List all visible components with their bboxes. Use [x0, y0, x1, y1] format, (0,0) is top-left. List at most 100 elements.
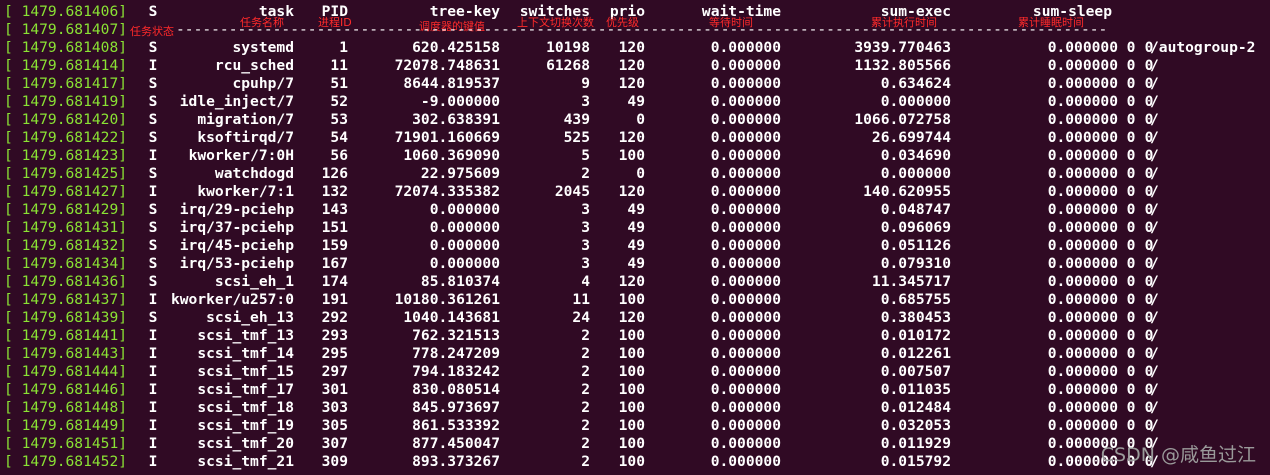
cell-tree-key: 10180.361261: [394, 291, 500, 308]
cell-state: I: [148, 363, 158, 380]
cell-pid: 292: [321, 309, 348, 326]
row-timestamp: [ 1479.681419]: [4, 93, 128, 110]
cell-pid: 191: [321, 291, 348, 308]
cell-sum-exec: 0.007507: [880, 363, 951, 380]
cell-state: I: [148, 345, 158, 362]
row-timestamp-value: 1479.681444: [21, 363, 119, 380]
cell-switches: 2: [581, 381, 590, 398]
cell-prio: 49: [627, 255, 645, 272]
row-timestamp-value: 1479.681452: [21, 453, 119, 470]
cell-group: /: [1150, 255, 1159, 272]
cell-group: /: [1150, 237, 1159, 254]
cell-zero-1: 0: [1126, 273, 1136, 290]
cell-prio: 100: [618, 291, 645, 308]
table-row: [ 1479.681429] Sirq/29-pciehp 143 0.000000 3…: [0, 201, 1270, 219]
cell-wait-time: 0.000000: [710, 201, 781, 218]
cell-tree-key: 877.450047: [412, 435, 500, 452]
cell-tree-key: 861.533392: [412, 417, 500, 434]
cell-zero-1: 0: [1126, 399, 1136, 416]
header-timestamp-value: 1479.681406: [21, 3, 119, 20]
cell-tree-key: 778.247209: [412, 345, 500, 362]
cell-state: S: [148, 129, 158, 146]
cell-prio: 0: [636, 111, 645, 128]
row-timestamp: [ 1479.681434]: [4, 255, 128, 272]
cell-state: I: [148, 435, 158, 452]
cell-wait-time: 0.000000: [710, 39, 781, 56]
row-timestamp: [ 1479.681448]: [4, 399, 128, 416]
row-timestamp: [ 1479.681425]: [4, 165, 128, 182]
cell-pid: 52: [330, 93, 348, 110]
row-timestamp-value: 1479.681439: [21, 309, 119, 326]
cell-group: /autogroup-2: [1150, 39, 1256, 56]
cell-zero-1: 0: [1126, 363, 1136, 380]
cell-task: scsi_tmf_13: [197, 327, 294, 344]
cell-state: I: [148, 147, 158, 164]
cell-sum-exec: 0.011929: [880, 435, 951, 452]
cell-zero-1: 0: [1126, 327, 1136, 344]
cell-prio: 49: [627, 219, 645, 236]
cell-sum-sleep: 0.000000: [1047, 201, 1118, 218]
row-timestamp: [ 1479.681414]: [4, 57, 128, 74]
cell-switches: 3: [581, 255, 590, 272]
cell-pid: 56: [330, 147, 348, 164]
cell-wait-time: 0.000000: [710, 237, 781, 254]
cell-prio: 120: [618, 273, 645, 290]
terminal-window[interactable]: [ 1479.681406] S task PID tree-key switc…: [0, 0, 1270, 475]
cell-sum-exec: 0.048747: [880, 201, 951, 218]
separator-dashes: ----------------------------------------…: [176, 21, 1106, 38]
cell-pid: 301: [321, 381, 348, 398]
cell-sum-exec: 0.096069: [880, 219, 951, 236]
cell-state: I: [148, 399, 158, 416]
cell-tree-key: 1060.369090: [403, 147, 500, 164]
col-header-tree-key: tree-key: [429, 3, 500, 20]
cell-sum-sleep: 0.000000: [1047, 39, 1118, 56]
cell-wait-time: 0.000000: [710, 255, 781, 272]
row-timestamp-value: 1479.681449: [21, 417, 119, 434]
cell-switches: 2: [581, 327, 590, 344]
row-timestamp-value: 1479.681419: [21, 93, 119, 110]
cell-sum-sleep: 0.000000: [1047, 57, 1118, 74]
cell-task: systemd: [232, 39, 294, 56]
cell-sum-exec: 0.051126: [880, 237, 951, 254]
row-timestamp-value: 1479.681420: [21, 111, 119, 128]
table-row: [ 1479.681448] Iscsi_tmf_18 303 845.973697 2…: [0, 399, 1270, 417]
cell-pid: 305: [321, 417, 348, 434]
cell-pid: 53: [330, 111, 348, 128]
cell-group: /: [1150, 93, 1159, 110]
cell-switches: 2: [581, 363, 590, 380]
cell-state: S: [148, 219, 158, 236]
cell-state: S: [148, 237, 158, 254]
cell-sum-sleep: 0.000000: [1047, 147, 1118, 164]
cell-state: S: [148, 165, 158, 182]
cell-zero-1: 0: [1126, 417, 1136, 434]
cell-prio: 0: [636, 165, 645, 182]
cell-sum-exec: 0.000000: [880, 93, 951, 110]
cell-task: irq/53-pciehp: [179, 255, 294, 272]
row-timestamp: [ 1479.681452]: [4, 453, 128, 470]
watermark: CSDN @咸鱼过江: [1100, 444, 1256, 466]
row-timestamp-value: 1479.681441: [21, 327, 119, 344]
cell-zero-1: 0: [1126, 309, 1136, 326]
cell-task: kworker/7:1: [197, 183, 294, 200]
row-timestamp-value: 1479.681427: [21, 183, 119, 200]
cell-wait-time: 0.000000: [710, 165, 781, 182]
cell-task: scsi_eh_1: [214, 273, 294, 290]
cell-pid: 293: [321, 327, 348, 344]
separator-timestamp: [ 1479.681407]: [4, 21, 128, 38]
cell-pid: 51: [330, 75, 348, 92]
cell-switches: 525: [563, 129, 590, 146]
row-timestamp-value: 1479.681446: [21, 381, 119, 398]
table-row: [ 1479.681423] Ikworker/7:0H 56 1060.369090…: [0, 147, 1270, 165]
cell-wait-time: 0.000000: [710, 435, 781, 452]
cell-prio: 100: [618, 417, 645, 434]
row-timestamp: [ 1479.681432]: [4, 237, 128, 254]
table-row: [ 1479.681425] Swatchdogd 126 22.975609 2 0 0.…: [0, 165, 1270, 183]
cell-state: S: [148, 255, 158, 272]
row-timestamp-value: 1479.681417: [21, 75, 119, 92]
cell-zero-1: 0: [1126, 219, 1136, 236]
cell-prio: 100: [618, 381, 645, 398]
cell-prio: 100: [618, 147, 645, 164]
cell-tree-key: 71901.160669: [394, 129, 500, 146]
cell-prio: 100: [618, 327, 645, 344]
cell-state: I: [148, 183, 158, 200]
